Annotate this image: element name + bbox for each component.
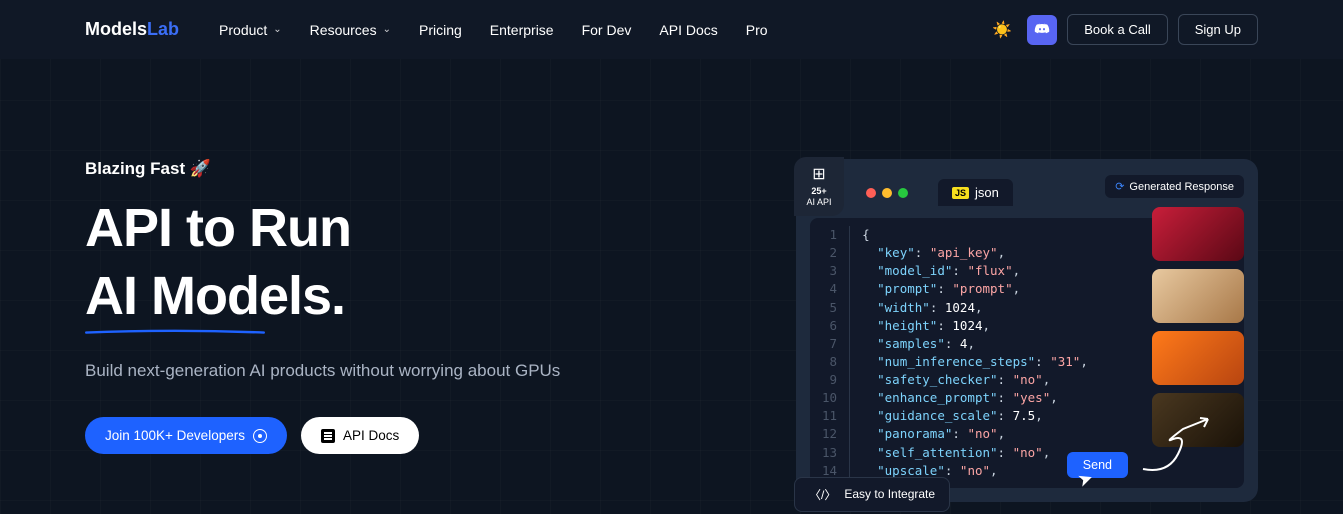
generated-response-badge: ⟳ Generated Response	[1105, 175, 1244, 198]
discord-icon	[1034, 22, 1050, 38]
hero-left: Blazing Fast 🚀 API to Run AI Models. Bui…	[85, 159, 756, 502]
top-nav: ModelsLab Product⌄ Resources⌄ Pricing En…	[0, 0, 1343, 59]
hero: Blazing Fast 🚀 API to Run AI Models. Bui…	[0, 59, 1343, 502]
nav-resources[interactable]: Resources⌄	[310, 22, 391, 38]
discord-button[interactable]	[1027, 15, 1057, 45]
cta-row: Join 100K+ Developers API Docs	[85, 417, 756, 454]
easy-integrate-badge: 〈/〉 Easy to Integrate	[794, 477, 950, 512]
js-badge-icon: JS	[952, 187, 969, 199]
logo[interactable]: ModelsLab	[85, 19, 179, 40]
line-numbers: 1234567891011121314	[822, 226, 850, 480]
curly-arrow-decoration	[1138, 414, 1228, 474]
window-dots	[866, 188, 908, 198]
nav-fordev[interactable]: For Dev	[582, 22, 632, 38]
code-tab[interactable]: JS json	[938, 179, 1013, 206]
theme-toggle[interactable]: ☀️	[987, 15, 1017, 45]
hero-subtitle: Build next-generation AI products withou…	[85, 361, 756, 381]
nav-right: ☀️ Book a Call Sign Up	[987, 14, 1258, 45]
nav-apidocs[interactable]: API Docs	[659, 22, 717, 38]
generated-thumbnails	[1152, 207, 1244, 447]
logo-text-b: Lab	[147, 19, 179, 39]
code-panel-wrap: ⊞ 25+ AI API ⟳ Generated Response JS jso…	[796, 159, 1258, 502]
api-count-badge: ⊞ 25+ AI API	[794, 157, 844, 216]
nav-product[interactable]: Product⌄	[219, 22, 282, 38]
thumbnail-2[interactable]	[1152, 269, 1244, 323]
grid-icon: ⊞	[802, 165, 836, 184]
nav-pro[interactable]: Pro	[746, 22, 768, 38]
chevron-down-icon: ⌄	[383, 24, 391, 35]
blazing-label: Blazing Fast 🚀	[85, 159, 756, 179]
code-brackets-icon: 〈/〉	[809, 486, 836, 503]
chevron-down-icon: ⌄	[273, 24, 281, 35]
nav-enterprise[interactable]: Enterprise	[490, 22, 554, 38]
document-icon	[321, 429, 335, 443]
nav-pricing[interactable]: Pricing	[419, 22, 462, 38]
hero-title-line1: API to Run	[85, 197, 756, 259]
book-call-button[interactable]: Book a Call	[1067, 14, 1167, 45]
nav-items: Product⌄ Resources⌄ Pricing Enterprise F…	[219, 22, 768, 38]
join-developers-button[interactable]: Join 100K+ Developers	[85, 417, 287, 454]
thumbnail-3[interactable]	[1152, 331, 1244, 385]
refresh-icon: ⟳	[1115, 180, 1124, 193]
logo-text-a: Models	[85, 19, 147, 39]
circle-arrow-icon	[253, 429, 267, 443]
hero-title-line2: AI Models.	[85, 265, 345, 327]
thumbnail-1[interactable]	[1152, 207, 1244, 261]
code-panel: ⟳ Generated Response JS json 12345678910…	[796, 159, 1258, 502]
api-docs-button[interactable]: API Docs	[301, 417, 419, 454]
underline-decoration	[85, 329, 265, 335]
signup-button[interactable]: Sign Up	[1178, 14, 1258, 45]
